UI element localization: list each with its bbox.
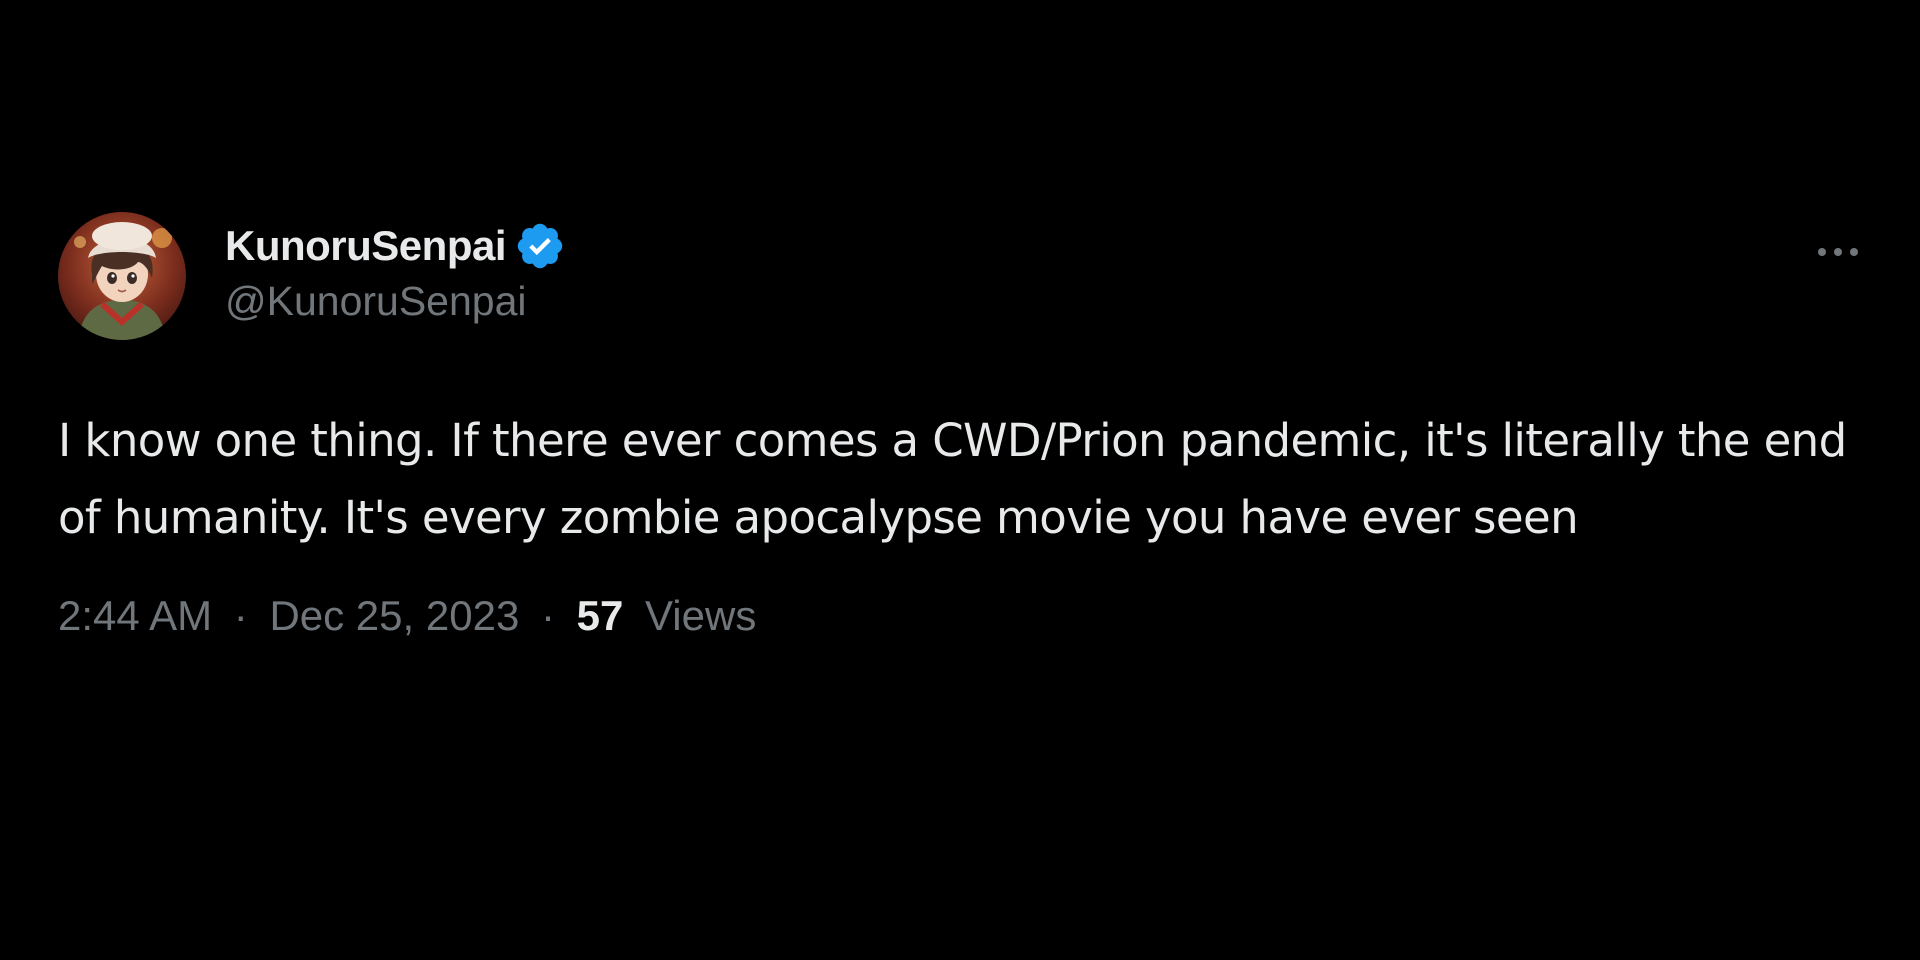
tweet-card: KunoruSenpai @KunoruSenpai I know one th…	[58, 212, 1868, 640]
separator: ·	[540, 592, 555, 639]
tweet-time[interactable]: 2:44 AM	[58, 592, 212, 639]
separator: ·	[233, 592, 248, 639]
views-count: 57	[576, 592, 624, 639]
tweet-metadata: 2:44 AM · Dec 25, 2023 · 57 Views	[58, 592, 1868, 640]
tweet-date[interactable]: Dec 25, 2023	[269, 592, 519, 639]
avatar[interactable]	[58, 212, 186, 340]
tweet-header: KunoruSenpai @KunoruSenpai	[58, 212, 1868, 342]
display-name[interactable]: KunoruSenpai	[225, 222, 507, 270]
author-names: KunoruSenpai @KunoruSenpai	[225, 216, 566, 325]
tweet-text: I know one thing. If there ever comes a …	[58, 414, 1847, 544]
views-label: Views	[645, 592, 757, 639]
more-options-icon[interactable]	[1808, 232, 1868, 272]
verified-badge-icon[interactable]	[514, 220, 566, 272]
display-name-row: KunoruSenpai	[225, 216, 566, 276]
avatar-image	[58, 212, 186, 340]
author-handle[interactable]: @KunoruSenpai	[225, 278, 566, 325]
